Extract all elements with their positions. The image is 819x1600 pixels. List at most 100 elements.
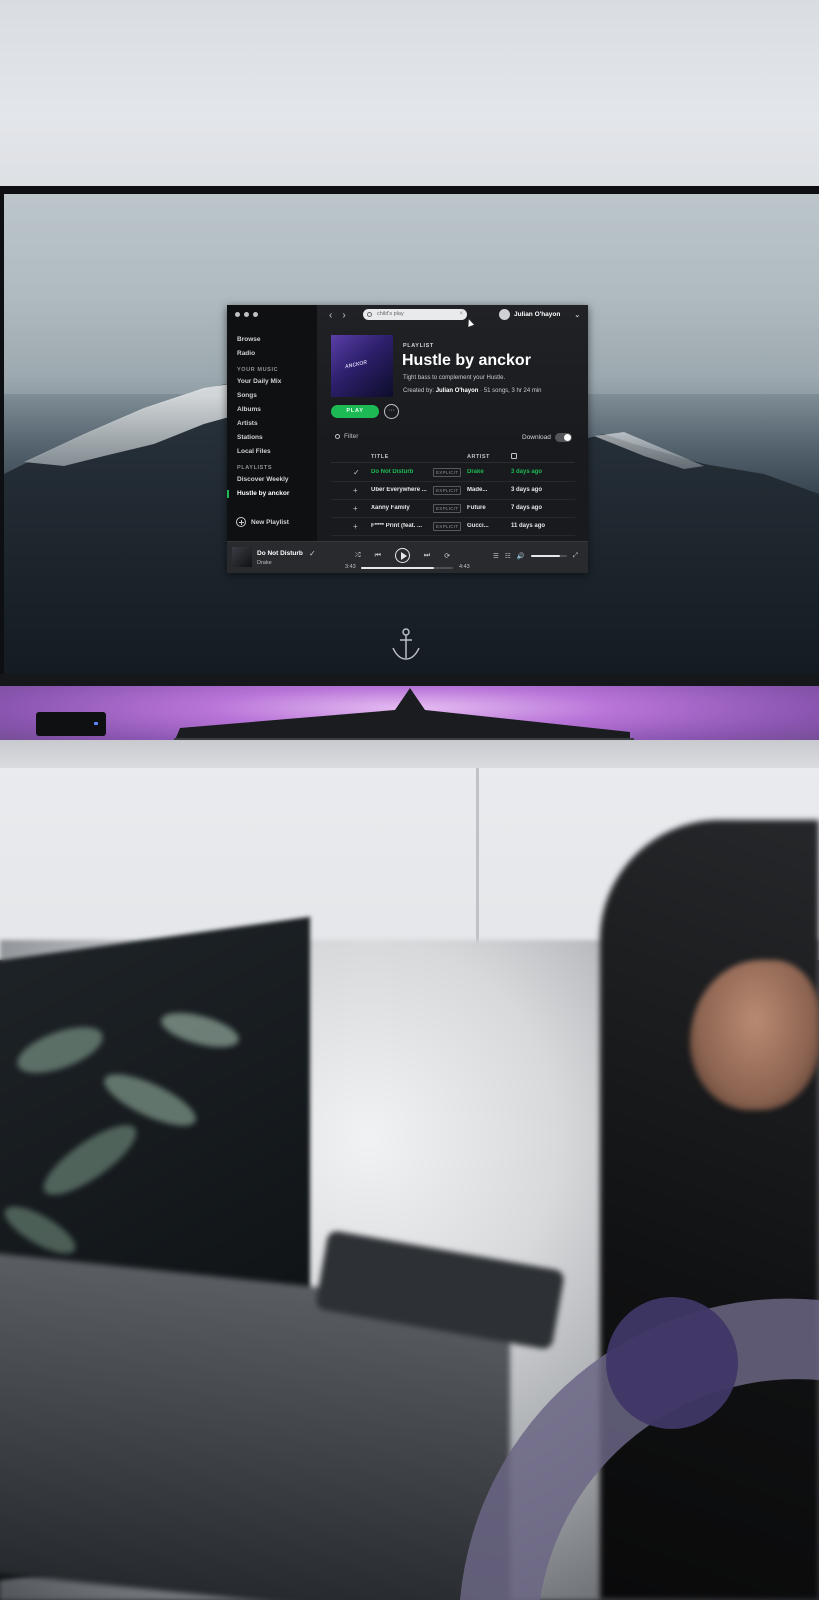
progress-bar[interactable] bbox=[361, 567, 453, 569]
playlist-type-label: PLAYLIST bbox=[403, 343, 434, 349]
new-playlist-label: New Playlist bbox=[251, 518, 289, 526]
saved-check-icon[interactable]: ✓ bbox=[353, 468, 360, 477]
sidebar-item-daily-mix[interactable]: Your Daily Mix bbox=[237, 375, 313, 389]
repeat-icon[interactable]: ⟳ bbox=[444, 552, 450, 560]
track-artist[interactable]: Gucci... bbox=[467, 523, 501, 529]
progress-fill bbox=[361, 567, 434, 569]
extra-controls: ☰ ☷ 🔊 ⤢ bbox=[493, 552, 578, 560]
window-controls[interactable] bbox=[235, 312, 258, 317]
chevron-down-icon[interactable]: ⌄ bbox=[574, 311, 580, 319]
volume-icon[interactable]: 🔊 bbox=[517, 552, 525, 560]
now-playing-bar: Do Not Disturb Drake ✓ ⤮ ⏮ ⏭ ⟳ 3:43 4:43… bbox=[227, 541, 588, 573]
sidebar-item-songs[interactable]: Songs bbox=[237, 389, 313, 403]
download-toggle[interactable] bbox=[554, 433, 572, 442]
cover-logo: ᴀɴᴄᴋᴏʀ bbox=[344, 358, 368, 371]
devices-icon[interactable]: ☷ bbox=[505, 552, 511, 560]
play-pause-button[interactable] bbox=[394, 548, 410, 563]
new-playlist-button[interactable]: New Playlist bbox=[236, 517, 289, 527]
add-icon[interactable]: + bbox=[353, 522, 358, 531]
filter-input[interactable]: Filter bbox=[335, 433, 358, 440]
sidebar-item-artists[interactable]: Artists bbox=[237, 417, 313, 431]
sidebar-item-radio[interactable]: Radio bbox=[237, 347, 313, 361]
clear-search-icon[interactable]: × bbox=[459, 309, 463, 320]
playlist-meta: Created by: Julian O'hayon · 51 songs, 3… bbox=[403, 388, 542, 394]
back-arrow-icon[interactable]: ‹ bbox=[329, 310, 332, 321]
forward-arrow-icon[interactable]: › bbox=[342, 310, 345, 321]
status-led bbox=[94, 722, 98, 725]
your-music-heading: YOUR MUSIC bbox=[237, 367, 279, 373]
main-panel: ‹ › child's play × Julian O'hayon ⌄ ᴀɴᴄᴋ… bbox=[317, 305, 588, 541]
add-icon[interactable]: + bbox=[353, 486, 358, 495]
track-artist[interactable]: Future bbox=[467, 505, 501, 511]
play-button[interactable]: PLAY bbox=[331, 405, 379, 418]
playlist-cover-art: ᴀɴᴄᴋᴏʀ bbox=[331, 335, 393, 397]
playlists-heading: PLAYLISTS bbox=[237, 465, 273, 471]
table-row[interactable]: ✓ Do Not Disturb EXPLICIT Drake 3 days a… bbox=[331, 464, 575, 482]
search-icon bbox=[335, 434, 340, 439]
explicit-badge: EXPLICIT bbox=[433, 468, 462, 477]
created-by-prefix: Created by: bbox=[403, 388, 435, 394]
minimize-dot-icon[interactable] bbox=[244, 312, 249, 317]
user-name: Julian O'hayon bbox=[514, 311, 561, 318]
now-playing-artist[interactable]: Drake bbox=[257, 560, 272, 566]
now-playing-title[interactable]: Do Not Disturb bbox=[257, 550, 303, 557]
explicit-badge: EXPLICIT bbox=[433, 486, 462, 495]
playlist-owner[interactable]: Julian O'hayon bbox=[436, 388, 479, 394]
table-row[interactable]: + F**** Print (feat. ... EXPLICIT Gucci.… bbox=[331, 518, 575, 536]
time-total: 4:43 bbox=[459, 564, 470, 570]
table-row[interactable]: + Uber Everywhere ... EXPLICIT Made... 3… bbox=[331, 482, 575, 500]
volume-slider[interactable] bbox=[530, 555, 567, 557]
sidebar-item-stations[interactable]: Stations bbox=[237, 431, 313, 445]
track-artist[interactable]: Made... bbox=[467, 487, 501, 493]
sidebar-item-albums[interactable]: Albums bbox=[237, 403, 313, 417]
sidebar-item-browse[interactable]: Browse bbox=[237, 333, 313, 347]
cabinet-top bbox=[0, 740, 819, 768]
cabinet-door-gap bbox=[476, 768, 479, 960]
playlist-stats: · 51 songs, 3 hr 24 min bbox=[480, 388, 542, 394]
sidebar-item-discover-weekly[interactable]: Discover Weekly bbox=[237, 473, 313, 487]
saved-check-icon[interactable]: ✓ bbox=[309, 549, 316, 558]
track-title: Uber Everywhere ... bbox=[371, 487, 427, 493]
calendar-icon[interactable] bbox=[511, 453, 517, 459]
time-elapsed: 3:43 bbox=[345, 564, 356, 570]
more-options-button[interactable]: ··· bbox=[384, 404, 399, 419]
maximize-dot-icon[interactable] bbox=[253, 312, 258, 317]
playback-controls: ⤮ ⏮ ⏭ ⟳ bbox=[355, 548, 450, 563]
sidebar-item-hustle[interactable]: Hustle by anckor bbox=[227, 487, 313, 501]
filter-placeholder: Filter bbox=[344, 433, 359, 440]
anchor-logo-icon bbox=[392, 628, 420, 660]
playlist-description: Tight bass to complement your Hustle. bbox=[403, 375, 506, 381]
track-added-date: 3 days ago bbox=[511, 469, 543, 475]
now-playing-cover[interactable] bbox=[232, 547, 252, 567]
fullscreen-icon[interactable]: ⤢ bbox=[573, 552, 578, 560]
sidebar-item-local-files[interactable]: Local Files bbox=[237, 445, 313, 459]
volume-fill bbox=[530, 555, 560, 557]
previous-track-icon[interactable]: ⏮ bbox=[375, 552, 381, 560]
sidebar-nav: Browse Radio YOUR MUSIC Your Daily Mix S… bbox=[227, 333, 313, 501]
search-value: child's play bbox=[377, 311, 404, 317]
history-nav: ‹ › bbox=[329, 310, 346, 321]
close-dot-icon[interactable] bbox=[235, 312, 240, 317]
search-input[interactable]: child's play × bbox=[363, 309, 467, 320]
queue-icon[interactable]: ☰ bbox=[493, 552, 499, 560]
laptop-wallpaper-leaves bbox=[4, 1012, 239, 1254]
photo-scene: Browse Radio YOUR MUSIC Your Daily Mix S… bbox=[0, 0, 819, 1600]
column-artist[interactable]: ARTIST bbox=[467, 454, 490, 460]
track-table-header: TITLE ARTIST bbox=[331, 453, 575, 463]
avatar bbox=[499, 309, 510, 320]
user-menu[interactable]: Julian O'hayon ⌄ bbox=[499, 309, 580, 320]
next-track-icon[interactable]: ⏭ bbox=[424, 552, 430, 560]
track-added-date: 11 days ago bbox=[511, 523, 546, 529]
track-title: Xanny Family bbox=[371, 505, 410, 511]
column-title[interactable]: TITLE bbox=[371, 454, 389, 460]
playlist-title: Hustle by anckor bbox=[402, 352, 531, 369]
download-control: Download bbox=[522, 433, 572, 442]
table-row[interactable]: + Xanny Family EXPLICIT Future 7 days ag… bbox=[331, 500, 575, 518]
shuffle-icon[interactable]: ⤮ bbox=[355, 552, 361, 560]
add-icon[interactable]: + bbox=[353, 504, 358, 513]
track-artist[interactable]: Drake bbox=[467, 469, 501, 475]
explicit-badge: EXPLICIT bbox=[433, 504, 462, 513]
tv-bezel-bottom bbox=[0, 674, 819, 686]
spotify-window: Browse Radio YOUR MUSIC Your Daily Mix S… bbox=[227, 305, 588, 573]
search-icon bbox=[367, 312, 372, 317]
